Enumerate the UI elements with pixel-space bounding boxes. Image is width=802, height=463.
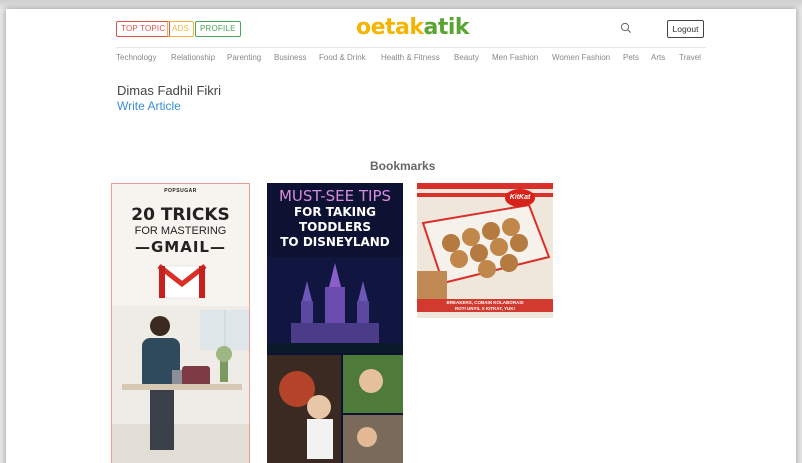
nav-item-pets[interactable]: Pets [623, 53, 639, 62]
page-content: TOP TOPIC ADS PROFILE oetakatik Logout T… [6, 9, 796, 463]
header-divider [116, 47, 706, 48]
nav-item-business[interactable]: Business [274, 53, 306, 62]
nav-item-men-fashion[interactable]: Men Fashion [492, 53, 538, 62]
nav-item-technology[interactable]: Technology [116, 53, 156, 62]
logout-button[interactable]: Logout [667, 20, 704, 38]
browser-window: TOP TOPIC ADS PROFILE oetakatik Logout T… [6, 9, 796, 463]
nav-item-food-drink[interactable]: Food & Drink [319, 53, 366, 62]
logo-text-part1: oetak [356, 15, 424, 40]
card-headline: MUST-SEE TIPS [278, 187, 392, 205]
bookmarks-heading: Bookmarks [370, 159, 436, 173]
gmail-icon [157, 264, 207, 299]
bookmark-card-kitkat[interactable]: KitKat BREAKERS, COBAIN KOLABORASI ROTI … [417, 183, 553, 318]
nav-item-arts[interactable]: Arts [651, 53, 665, 62]
card-caption: BREAKERS, COBAIN KOLABORASI ROTI UNYIL X… [417, 299, 553, 312]
woman-laptop-illustration [112, 306, 249, 463]
nav-item-parenting[interactable]: Parenting [227, 53, 261, 62]
card-headline: 20 TRICKS [131, 205, 230, 225]
nav-item-women-fashion[interactable]: Women Fashion [552, 53, 610, 62]
card-subheadline: FOR MASTERING [134, 225, 227, 237]
profile-button[interactable]: PROFILE [195, 21, 241, 37]
bookmark-card-disneyland[interactable]: MUST-SEE TIPS FOR TAKING TODDLERS TO DIS… [267, 183, 403, 463]
site-logo[interactable]: oetakatik [356, 15, 470, 40]
card-caption-line2: ROTI UNYIL X KITKAT, YUK! [454, 305, 515, 311]
search-icon[interactable] [620, 22, 632, 34]
logo-text-part2: atik [423, 15, 470, 40]
card-headline-gmail: —GMAIL— [135, 238, 226, 256]
category-nav: Technology Relationship Parenting Busine… [116, 53, 716, 67]
roti-unyil-photo [417, 183, 553, 318]
card-subheadline: FOR TAKING TODDLERS TO DISNEYLAND [267, 205, 403, 250]
card-subheadline-line2: TODDLERS [298, 220, 372, 234]
nav-item-relationship[interactable]: Relationship [171, 53, 215, 62]
kitkat-logo: KitKat [505, 189, 535, 207]
top-topic-button[interactable]: TOP TOPIC [116, 21, 171, 37]
nav-item-travel[interactable]: Travel [679, 53, 701, 62]
castle-photo-collage [267, 257, 403, 463]
card-brand: POPSUGAR [164, 188, 197, 194]
write-article-link[interactable]: Write Article [117, 99, 181, 113]
bookmark-card-gmail[interactable]: POPSUGAR 20 TRICKS FOR MASTERING —GMAIL— [111, 183, 250, 463]
card-subheadline-line3: TO DISNEYLAND [280, 235, 390, 249]
profile-name: Dimas Fadhil Fikri [117, 83, 222, 98]
nav-item-beauty[interactable]: Beauty [454, 53, 479, 62]
nav-item-health-fitness[interactable]: Health & Fitness [381, 53, 440, 62]
card-subheadline-line1: FOR TAKING [293, 205, 376, 219]
ads-button[interactable]: ADS [167, 21, 195, 37]
